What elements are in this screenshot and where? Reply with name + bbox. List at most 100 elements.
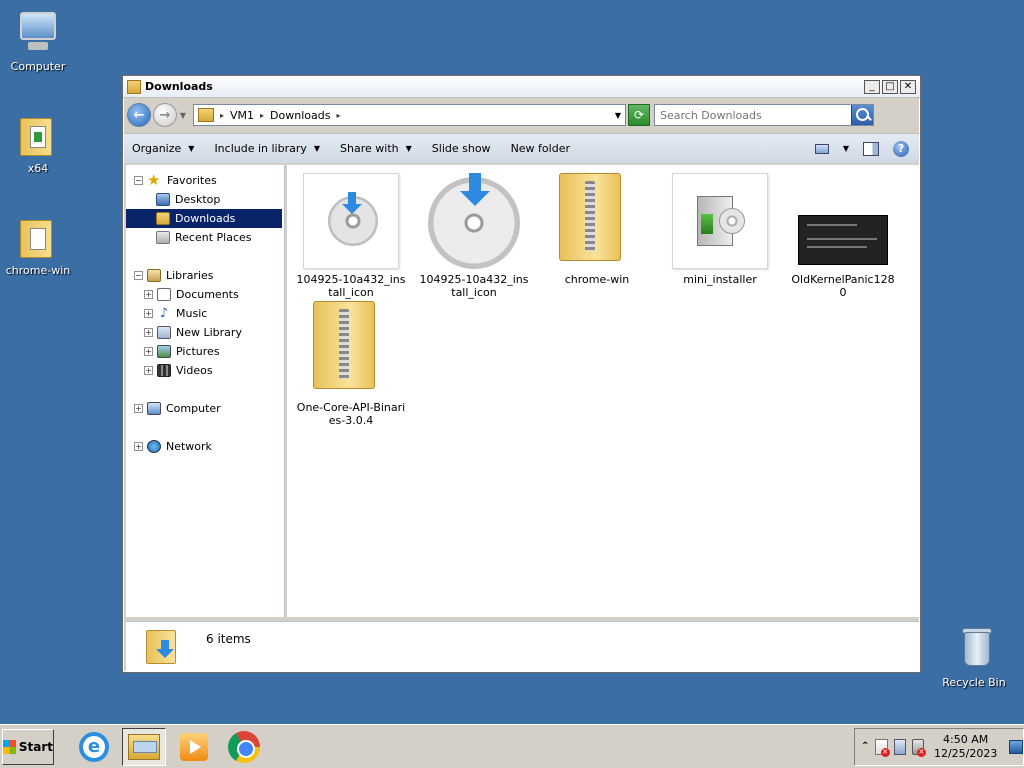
desktop-icon-label: Recycle Bin <box>942 676 1006 689</box>
nav-videos[interactable]: + Videos <box>144 361 284 380</box>
slide-show-label: Slide show <box>431 142 491 155</box>
help-icon[interactable]: ? <box>893 140 909 157</box>
nav-pictures[interactable]: + Pictures <box>144 342 284 361</box>
file-item[interactable]: 104925-10a432_install_icon <box>419 173 529 299</box>
expand-toggle[interactable]: + <box>134 442 143 451</box>
file-item[interactable]: mini_installer <box>665 173 775 286</box>
file-name: 104925-10a432_install_icon <box>296 273 406 299</box>
network-icon[interactable] <box>893 738 906 755</box>
refresh-button[interactable]: ⟳ <box>628 104 650 126</box>
maximize-button[interactable]: □ <box>882 79 898 94</box>
installer-disc-thumbnail <box>426 173 522 269</box>
folder-icon <box>16 112 60 156</box>
action-center-flag-icon[interactable]: ✕ <box>875 738 890 757</box>
chevron-down-icon: ▼ <box>188 144 195 153</box>
nav-network[interactable]: + Network <box>134 437 284 456</box>
breadcrumb-separator[interactable]: ▸ <box>336 111 340 120</box>
file-item[interactable]: OldKernelPanic1280 <box>788 173 898 299</box>
expand-toggle[interactable]: + <box>144 328 153 337</box>
breadcrumb-separator[interactable]: ▸ <box>220 111 224 120</box>
nav-new-library[interactable]: + New Library <box>144 323 284 342</box>
desktop-icon-label: x64 <box>27 162 49 175</box>
breadcrumb-vm1[interactable]: VM1 <box>230 109 254 122</box>
address-field[interactable]: ▸ VM1 ▸ Downloads ▸ ▼ <box>193 104 626 126</box>
share-with-button[interactable]: Share with ▼ <box>340 142 412 155</box>
file-name: OldKernelPanic1280 <box>791 273 895 299</box>
taskbar: Start e ⌃ ✕ ✕ 4:50 AM 12/25/2023 <box>0 724 1024 768</box>
folder-icon <box>16 214 60 258</box>
clock[interactable]: 4:50 AM 12/25/2023 <box>934 733 997 761</box>
close-button[interactable]: ✕ <box>900 79 916 94</box>
desktop-icon-recycle-bin[interactable]: Recycle Bin <box>936 626 1012 689</box>
include-in-library-button[interactable]: Include in library ▼ <box>214 142 320 155</box>
desktop-icon-computer[interactable]: Computer <box>0 10 76 73</box>
new-folder-label: New folder <box>510 142 570 155</box>
taskbar-internet-explorer[interactable]: e <box>72 728 116 766</box>
nav-label: New Library <box>176 326 242 339</box>
file-item[interactable]: chrome-win <box>542 173 652 286</box>
show-desktop-button[interactable] <box>1009 739 1023 754</box>
minimize-button[interactable]: _ <box>864 79 880 94</box>
view-options-chevron-icon[interactable]: ▼ <box>843 144 849 153</box>
volume-muted-icon[interactable]: ✕ <box>911 738 926 757</box>
expand-toggle[interactable]: + <box>144 290 153 299</box>
nav-computer[interactable]: + Computer <box>134 399 284 418</box>
organize-button[interactable]: Organize ▼ <box>132 142 194 155</box>
nav-label: Downloads <box>175 212 236 225</box>
file-item[interactable]: 104925-10a432_install_icon <box>296 173 406 299</box>
file-name: mini_installer <box>683 273 757 286</box>
address-bar-row: ← → ▼ ▸ VM1 ▸ Downloads ▸ ▼ ⟳ <box>127 101 916 129</box>
nav-documents[interactable]: + Documents <box>144 285 284 304</box>
breadcrumb-separator[interactable]: ▸ <box>260 111 264 120</box>
nav-music[interactable]: + ♪ Music <box>144 304 284 323</box>
slide-show-button[interactable]: Slide show <box>432 142 491 155</box>
change-view-icon[interactable] <box>814 143 829 154</box>
recycle-bin-icon <box>952 626 996 670</box>
expand-toggle[interactable]: + <box>144 309 153 318</box>
share-with-label: Share with <box>340 142 399 155</box>
chevron-down-icon: ▼ <box>405 144 412 153</box>
desktop-icon-x64[interactable]: x64 <box>0 112 76 175</box>
expand-toggle[interactable]: + <box>144 366 153 375</box>
desktop-icon-chrome-win[interactable]: chrome-win <box>0 214 76 277</box>
recent-pages-dropdown[interactable]: ▼ <box>177 111 189 120</box>
notification-area: ⌃ ✕ ✕ 4:50 AM 12/25/2023 <box>854 727 1024 766</box>
nav-label: Network <box>166 440 212 453</box>
show-hidden-icons-chevron-icon[interactable]: ⌃ <box>861 741 869 752</box>
nav-libraries[interactable]: − Libraries <box>134 266 284 285</box>
back-button[interactable]: ← <box>127 103 151 127</box>
pictures-icon <box>157 345 171 358</box>
explorer-window: Downloads _ □ ✕ ← → ▼ ▸ VM1 ▸ Downloads … <box>122 75 921 673</box>
search-icon[interactable] <box>851 105 873 125</box>
file-name: chrome-win <box>564 273 630 286</box>
file-item[interactable]: One-Core-API-Binaries-3.0.4 <box>296 301 406 427</box>
search-box[interactable] <box>654 104 874 126</box>
include-in-library-label: Include in library <box>214 142 307 155</box>
nav-downloads[interactable]: Downloads <box>126 209 282 228</box>
expand-toggle[interactable]: + <box>134 404 143 413</box>
window-titlebar[interactable]: Downloads _ □ ✕ <box>123 76 920 98</box>
clock-time: 4:50 AM <box>943 732 989 746</box>
preview-pane-icon[interactable] <box>863 141 879 156</box>
collapse-toggle[interactable]: − <box>134 176 143 185</box>
taskbar-chrome[interactable] <box>222 728 266 766</box>
address-history-dropdown[interactable]: ▼ <box>615 111 621 120</box>
file-name: 104925-10a432_install_icon <box>419 273 529 299</box>
search-input[interactable] <box>655 106 851 124</box>
breadcrumb-downloads[interactable]: Downloads <box>270 109 330 122</box>
forward-button[interactable]: → <box>153 103 177 127</box>
new-folder-button[interactable]: New folder <box>511 142 570 155</box>
collapse-toggle[interactable]: − <box>134 271 143 280</box>
installer-disc-thumbnail <box>303 173 399 269</box>
nav-recent-places[interactable]: Recent Places <box>126 228 282 247</box>
chevron-down-icon: ▼ <box>313 144 321 153</box>
taskbar-windows-explorer[interactable] <box>122 727 166 766</box>
start-button[interactable]: Start <box>2 728 54 765</box>
desktop-icon <box>156 193 170 206</box>
expand-toggle[interactable]: + <box>144 347 153 356</box>
nav-desktop[interactable]: Desktop <box>126 190 282 209</box>
nav-label: Pictures <box>176 345 220 358</box>
taskbar-media-player[interactable] <box>172 728 216 766</box>
nav-favorites[interactable]: − ★ Favorites <box>134 171 284 190</box>
network-icon <box>147 440 161 453</box>
